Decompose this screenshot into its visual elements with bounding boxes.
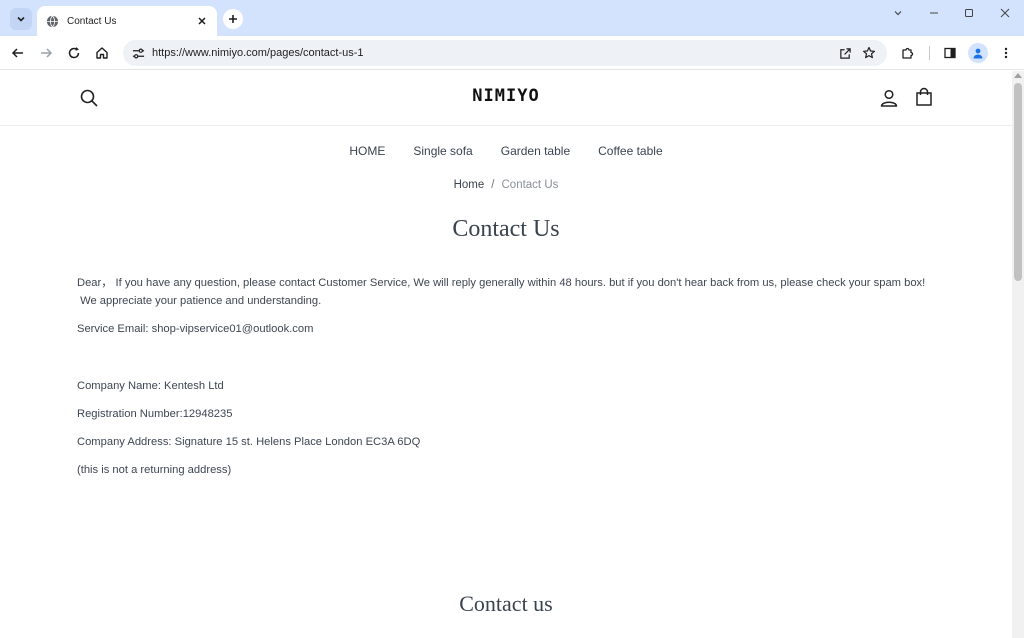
nav-item-coffee-table[interactable]: Coffee table [598,144,663,158]
plus-icon [229,15,237,23]
tab-title: Contact Us [67,15,117,27]
browser-menu-button[interactable] [995,42,1017,64]
person-icon [973,48,983,59]
address-bar[interactable]: https://www.nimiyo.com/pages/contact-us-… [123,40,887,66]
tab-search-button[interactable] [10,8,32,30]
maximize-icon [965,9,973,17]
kebab-menu-icon [1004,47,1008,59]
scroll-up-arrow[interactable] [1014,73,1022,78]
close-icon [1000,8,1010,18]
breadcrumb-separator: / [491,179,495,191]
reload-icon [68,47,80,59]
minimize-button[interactable] [922,4,946,22]
nav-item-garden-table[interactable]: Garden table [501,144,570,158]
puzzle-icon [902,47,914,59]
site-settings-icon[interactable] [129,44,147,62]
chevron-down-icon [894,11,902,16]
breadcrumb-current: Contact Us [501,179,559,191]
browser-toolbar: https://www.nimiyo.com/pages/contact-us-… [0,36,1024,70]
chevron-down-icon [17,16,25,22]
new-tab-button[interactable] [223,9,243,29]
service-email: Service Email: shop-vipservice01@outlook… [77,323,314,335]
main-nav: HOME Single sofa Garden table Coffee tab… [0,144,1012,158]
breadcrumb-home-link[interactable]: Home [454,179,485,191]
site-logo[interactable]: NIMIYO [0,86,1012,106]
bookmark-star-icon[interactable] [860,44,878,62]
arrow-right-icon [41,48,53,58]
globe-icon [45,14,59,28]
forward-button[interactable] [35,42,57,64]
page-viewport: NIMIYO HOME Single sofa Garden table Cof… [0,71,1024,638]
side-panel-button[interactable] [939,42,961,64]
browser-tab[interactable]: Contact Us [37,6,217,36]
breadcrumb: Home / Contact Us [0,179,1012,191]
toolbar-separator [929,46,930,60]
tab-list-button[interactable] [886,4,910,22]
url-text[interactable]: https://www.nimiyo.com/pages/contact-us-… [152,47,364,59]
maximize-button[interactable] [957,4,981,22]
profile-avatar[interactable] [968,43,988,63]
home-icon [96,47,108,59]
page-content: Dear， If you have any question, please c… [77,274,937,479]
minimize-icon [930,12,938,14]
extensions-button[interactable] [897,42,919,64]
contact-section-title: Contact us [459,591,553,616]
tab-strip: Contact Us [0,0,1024,36]
account-icon[interactable] [879,88,899,108]
side-panel-icon [944,47,956,59]
site-header: NIMIYO [0,71,1012,126]
arrow-left-icon [11,48,23,58]
close-window-button[interactable] [993,4,1017,22]
close-tab-icon[interactable] [195,14,209,28]
intro-line-2: We appreciate your patience and understa… [77,295,322,307]
intro-line-1: Dear， If you have any question, please c… [77,277,926,289]
scroll-thumb[interactable] [1014,83,1022,281]
registration-number: Registration Number:12948235 [77,408,233,420]
home-button[interactable] [91,42,113,64]
back-button[interactable] [7,42,29,64]
nav-item-home[interactable]: HOME [349,144,385,158]
company-address: Company Address: Signature 15 st. Helens… [77,436,421,448]
address-note: (this is not a returning address) [77,464,232,476]
page-scrollbar[interactable] [1012,71,1024,638]
shopping-bag-icon[interactable] [914,87,934,107]
share-icon[interactable] [836,44,854,62]
company-name: Company Name: Kentesh Ltd [77,380,224,392]
page-title: Contact Us [452,216,560,242]
nav-item-single-sofa[interactable]: Single sofa [413,144,472,158]
reload-button[interactable] [63,42,85,64]
